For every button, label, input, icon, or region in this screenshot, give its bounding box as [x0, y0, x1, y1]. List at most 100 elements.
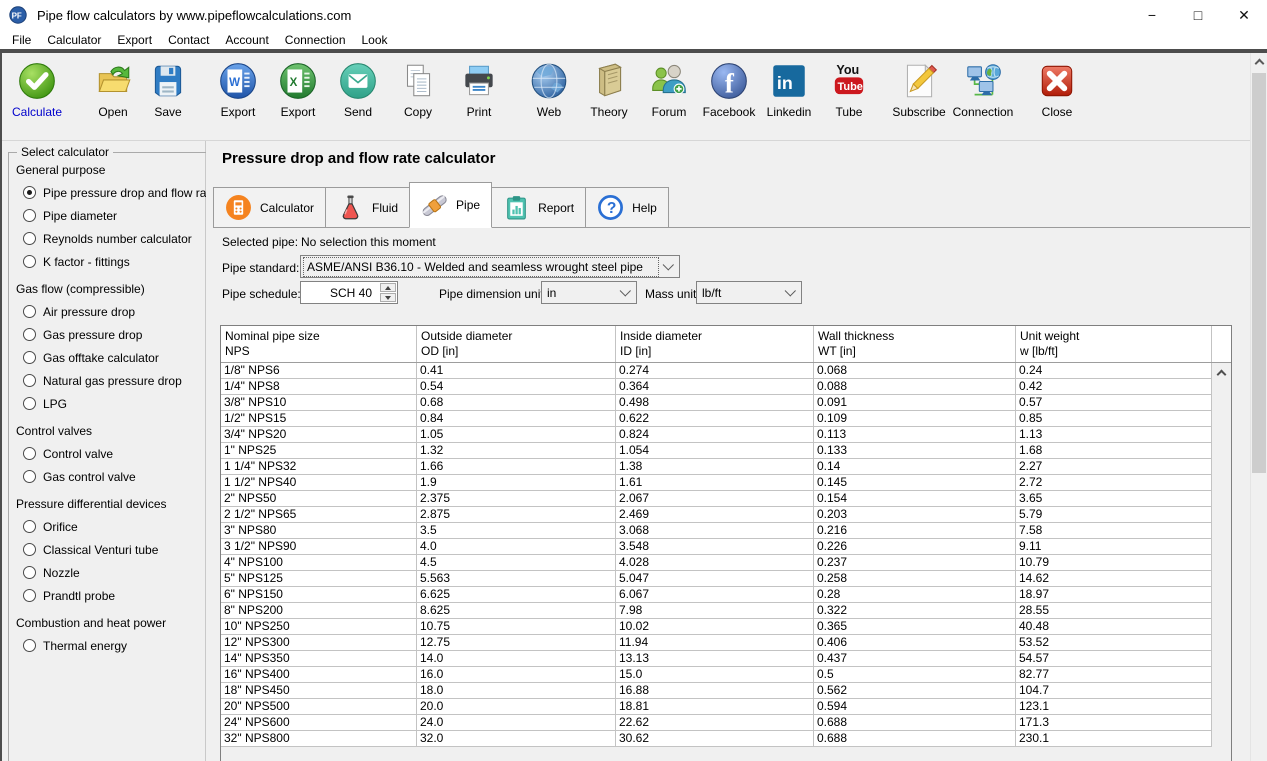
radio-pipe-diameter[interactable]: Pipe diameter	[23, 208, 216, 223]
table-row[interactable]: 3 1/2" NPS90 4.0 3.548 0.226 9.11	[221, 539, 1212, 555]
table-cell: 0.57	[1016, 395, 1212, 410]
table-row[interactable]: 12" NPS300 12.75 11.94 0.406 53.52	[221, 635, 1212, 651]
radio-classical-venturi-tube[interactable]: Classical Venturi tube	[23, 542, 216, 557]
radio-label: K factor - fittings	[43, 254, 130, 269]
tab-fluid[interactable]: Fluid	[325, 187, 411, 227]
toolbar-button-web[interactable]: Web	[517, 60, 581, 119]
spin-down-button[interactable]	[380, 293, 396, 302]
scrollbar-thumb[interactable]	[1252, 73, 1266, 473]
table-row[interactable]: 3" NPS80 3.5 3.068 0.216 7.58	[221, 523, 1212, 539]
table-row[interactable]: 2" NPS50 2.375 2.067 0.154 3.65	[221, 491, 1212, 507]
table-row[interactable]: 6" NPS150 6.625 6.067 0.28 18.97	[221, 587, 1212, 603]
toolbar-button-export[interactable]: X Export	[266, 60, 330, 119]
pipe-standard-combobox[interactable]: ASME/ANSI B36.10 - Welded and seamless w…	[300, 255, 680, 278]
radio-orifice[interactable]: Orifice	[23, 519, 216, 534]
radio-nozzle[interactable]: Nozzle	[23, 565, 216, 580]
radio-prandtl-probe[interactable]: Prandtl probe	[23, 588, 216, 603]
table-row[interactable]: 5" NPS125 5.563 5.047 0.258 14.62	[221, 571, 1212, 587]
radio-reynolds-number-calculator[interactable]: Reynolds number calculator	[23, 231, 216, 246]
table-cell: 32" NPS800	[221, 731, 417, 746]
radio-air-pressure-drop[interactable]: Air pressure drop	[23, 304, 216, 319]
tab-help[interactable]: ? Help	[585, 187, 669, 227]
radio-gas-pressure-drop[interactable]: Gas pressure drop	[23, 327, 216, 342]
toolbar-button-forum[interactable]: Forum	[637, 60, 701, 119]
menu-item-export[interactable]: Export	[109, 31, 160, 49]
radio-gas-offtake-calculator[interactable]: Gas offtake calculator	[23, 350, 216, 365]
toolbar-button-print[interactable]: Print	[447, 60, 511, 119]
toolbar-button-save[interactable]: Save	[136, 60, 200, 119]
maximize-button[interactable]: □	[1175, 0, 1221, 30]
toolbar-button-connection[interactable]: Connection	[951, 60, 1015, 119]
open-icon	[92, 60, 134, 102]
table-row[interactable]: 2 1/2" NPS65 2.875 2.469 0.203 5.79	[221, 507, 1212, 523]
mass-unit-combobox[interactable]: lb/ft	[696, 281, 802, 304]
table-scrollbar[interactable]	[1212, 363, 1231, 761]
table-row[interactable]: 32" NPS800 32.0 30.62 0.688 230.1	[221, 731, 1212, 747]
radio-button-icon	[23, 447, 36, 460]
menu-item-connection[interactable]: Connection	[277, 31, 354, 49]
table-row[interactable]: 14" NPS350 14.0 13.13 0.437 54.57	[221, 651, 1212, 667]
table-row[interactable]: 1" NPS25 1.32 1.054 0.133 1.68	[221, 443, 1212, 459]
menu-item-account[interactable]: Account	[217, 31, 276, 49]
toolbar-button-close[interactable]: Close	[1025, 60, 1089, 119]
svg-text:Tube: Tube	[837, 81, 863, 93]
table-cell: 18.97	[1016, 587, 1212, 602]
spin-up-button[interactable]	[380, 283, 396, 292]
subscribe-icon	[898, 60, 940, 102]
table-cell: 12" NPS300	[221, 635, 417, 650]
pipe-standard-label: Pipe standard:	[222, 261, 300, 275]
table-row[interactable]: 4" NPS100 4.5 4.028 0.237 10.79	[221, 555, 1212, 571]
tab-calculator[interactable]: Calculator	[213, 187, 327, 227]
tab-report[interactable]: Report	[491, 187, 587, 227]
table-row[interactable]: 3/4" NPS20 1.05 0.824 0.113 1.13	[221, 427, 1212, 443]
pipe-schedule-stepper[interactable]: SCH 40	[300, 281, 398, 304]
toolbar-button-linkedin[interactable]: in Linkedin	[757, 60, 821, 119]
table-cell: 0.42	[1016, 379, 1212, 394]
table-row[interactable]: 1/2" NPS15 0.84 0.622 0.109 0.85	[221, 411, 1212, 427]
radio-k-factor-fittings[interactable]: K factor - fittings	[23, 254, 216, 269]
toolbar-button-label: Print	[466, 105, 492, 119]
table-row[interactable]: 1/8" NPS6 0.41 0.274 0.068 0.24	[221, 363, 1212, 379]
table-row[interactable]: 16" NPS400 16.0 15.0 0.5 82.77	[221, 667, 1212, 683]
table-row[interactable]: 1/4" NPS8 0.54 0.364 0.088 0.42	[221, 379, 1212, 395]
window-vertical-scrollbar[interactable]	[1250, 53, 1267, 761]
radio-button-icon	[23, 543, 36, 556]
close-button[interactable]: ✕	[1221, 0, 1267, 30]
menu-item-look[interactable]: Look	[354, 31, 396, 49]
table-cell: 0.145	[814, 475, 1016, 490]
dimension-unit-combobox[interactable]: in	[541, 281, 637, 304]
toolbar-button-export[interactable]: W Export	[206, 60, 270, 119]
table-row[interactable]: 20" NPS500 20.0 18.81 0.594 123.1	[221, 699, 1212, 715]
table-row[interactable]: 1 1/2" NPS40 1.9 1.61 0.145 2.72	[221, 475, 1212, 491]
radio-thermal-energy[interactable]: Thermal energy	[23, 638, 216, 653]
table-row[interactable]: 3/8" NPS10 0.68 0.498 0.091 0.57	[221, 395, 1212, 411]
table-row[interactable]: 24" NPS600 24.0 22.62 0.688 171.3	[221, 715, 1212, 731]
table-row[interactable]: 1 1/4" NPS32 1.66 1.38 0.14 2.27	[221, 459, 1212, 475]
table-row[interactable]: 10" NPS250 10.75 10.02 0.365 40.48	[221, 619, 1212, 635]
toolbar-button-tube[interactable]: You Tube Tube	[817, 60, 881, 119]
radio-pipe-pressure-drop-and-flow-rate[interactable]: Pipe pressure drop and flow rate	[23, 185, 216, 200]
toolbar-button-subscribe[interactable]: Subscribe	[887, 60, 951, 119]
toolbar-button-label: Theory	[590, 105, 628, 119]
dimension-unit-selected-option: in	[547, 285, 557, 300]
radio-natural-gas-pressure-drop[interactable]: Natural gas pressure drop	[23, 373, 216, 388]
print-icon	[458, 60, 500, 102]
toolbar-button-facebook[interactable]: f Facebook	[697, 60, 761, 119]
toolbar-button-copy[interactable]: Copy	[386, 60, 450, 119]
tabstrip: Calculator Fluid Pipe Report? Help	[213, 182, 1250, 228]
radio-lpg[interactable]: LPG	[23, 396, 216, 411]
toolbar-button-send[interactable]: Send	[326, 60, 390, 119]
radio-gas-control-valve[interactable]: Gas control valve	[23, 469, 216, 484]
table-row[interactable]: 18" NPS450 18.0 16.88 0.562 104.7	[221, 683, 1212, 699]
table-row[interactable]: 8" NPS200 8.625 7.98 0.322 28.55	[221, 603, 1212, 619]
table-cell: 12.75	[417, 635, 616, 650]
radio-control-valve[interactable]: Control valve	[23, 446, 216, 461]
menu-item-contact[interactable]: Contact	[160, 31, 217, 49]
menu-item-calculator[interactable]: Calculator	[39, 31, 109, 49]
minimize-button[interactable]: −	[1129, 0, 1175, 30]
menu-item-file[interactable]: File	[4, 31, 39, 49]
tab-pipe[interactable]: Pipe	[409, 182, 493, 228]
table-cell: 0.41	[417, 363, 616, 378]
toolbar-button-theory[interactable]: Theory	[577, 60, 641, 119]
toolbar-button-calculate[interactable]: Calculate	[5, 60, 69, 119]
